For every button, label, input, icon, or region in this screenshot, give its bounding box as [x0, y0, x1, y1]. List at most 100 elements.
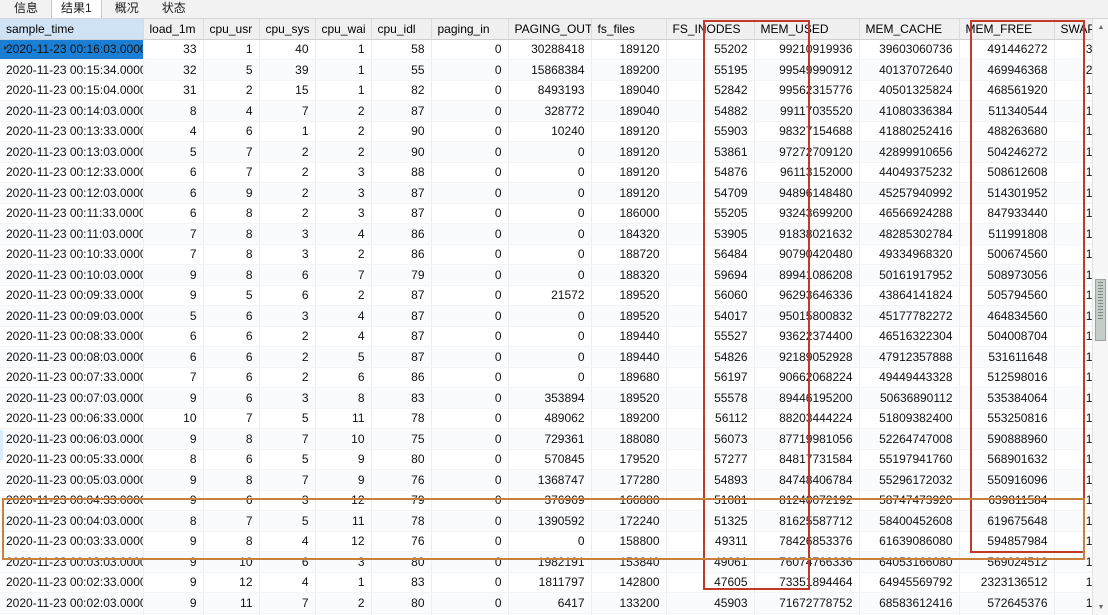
- cell-fs_files[interactable]: 189040: [591, 80, 667, 101]
- cell-fs_inodes[interactable]: 49061: [666, 551, 755, 573]
- cell-cpu_usr[interactable]: 4: [203, 100, 260, 122]
- cell-sample_time[interactable]: 2020-11-23 00:12:03.0000: [0, 182, 144, 204]
- cell-cpu_wai[interactable]: 12: [315, 490, 372, 511]
- cell-sample_time[interactable]: 2020-11-23 00:07:33.0000: [0, 367, 144, 388]
- cell-fs_inodes[interactable]: 49311: [666, 531, 755, 552]
- cell-paging_in[interactable]: 0: [431, 162, 509, 183]
- cell-load_1m[interactable]: 32: [143, 59, 204, 81]
- cell-cpu_wai[interactable]: 4: [315, 326, 372, 347]
- cell-load_1m[interactable]: 9: [143, 428, 204, 450]
- cell-cpu_sys[interactable]: 2: [259, 162, 316, 183]
- cell-paging_out[interactable]: 1368747: [508, 469, 592, 491]
- cell-mem_free[interactable]: 550916096: [959, 469, 1055, 491]
- column-header-load_1m[interactable]: load_1m: [143, 19, 204, 40]
- cell-cpu_idl[interactable]: 87: [371, 305, 432, 327]
- cell-cpu_usr[interactable]: 5: [203, 59, 260, 81]
- cell-cpu_usr[interactable]: 8: [203, 469, 260, 491]
- cell-fs_files[interactable]: 189120: [591, 39, 667, 60]
- cell-mem_used[interactable]: 90662068224: [754, 367, 860, 388]
- cell-mem_used[interactable]: 71672778752: [754, 592, 860, 614]
- cell-paging_in[interactable]: 0: [431, 59, 509, 81]
- cell-cpu_idl[interactable]: 87: [371, 326, 432, 347]
- cell-sample_time[interactable]: 2020-11-23 00:15:34.0000: [0, 59, 144, 81]
- cell-mem_free[interactable]: 488263680: [959, 121, 1055, 142]
- cell-mem_used[interactable]: 87719981056: [754, 428, 860, 450]
- cell-cpu_usr[interactable]: 8: [203, 203, 260, 224]
- cell-paging_out[interactable]: 1390592: [508, 510, 592, 532]
- cell-mem_used[interactable]: 90790420480: [754, 244, 860, 265]
- cell-load_1m[interactable]: 9: [143, 285, 204, 306]
- cell-mem_free[interactable]: 531611648: [959, 346, 1055, 368]
- cell-paging_out[interactable]: 0: [508, 223, 592, 245]
- cell-sample_time[interactable]: 2020-11-23 00:11:33.0000: [0, 203, 144, 224]
- cell-mem_used[interactable]: 84817731584: [754, 449, 860, 470]
- cell-fs_files[interactable]: 133200: [591, 592, 667, 614]
- cell-paging_in[interactable]: 0: [431, 428, 509, 450]
- cell-cpu_idl[interactable]: 83: [371, 387, 432, 409]
- cell-paging_out[interactable]: 0: [508, 346, 592, 368]
- cell-paging_in[interactable]: 0: [431, 100, 509, 122]
- cell-paging_out[interactable]: 0: [508, 326, 592, 347]
- cell-paging_out[interactable]: 0: [508, 531, 592, 552]
- cell-fs_inodes[interactable]: 56484: [666, 244, 755, 265]
- cell-paging_in[interactable]: 0: [431, 387, 509, 409]
- cell-paging_in[interactable]: 0: [431, 449, 509, 470]
- cell-cpu_idl[interactable]: 90: [371, 141, 432, 163]
- cell-cpu_wai[interactable]: 3: [315, 203, 372, 224]
- cell-cpu_usr[interactable]: 8: [203, 244, 260, 265]
- cell-paging_in[interactable]: 0: [431, 121, 509, 142]
- cell-cpu_idl[interactable]: 75: [371, 428, 432, 450]
- cell-cpu_usr[interactable]: 6: [203, 346, 260, 368]
- cell-cpu_sys[interactable]: 6: [259, 285, 316, 306]
- cell-cpu_wai[interactable]: 9: [315, 449, 372, 470]
- tab-0[interactable]: 信息: [4, 0, 49, 18]
- cell-paging_out[interactable]: 0: [508, 182, 592, 204]
- cell-cpu_wai[interactable]: 3: [315, 162, 372, 183]
- cell-sample_time[interactable]: 2020-11-23 00:03:33.0000: [0, 531, 144, 552]
- cell-fs_files[interactable]: 189520: [591, 305, 667, 327]
- cell-cpu_sys[interactable]: 3: [259, 387, 316, 409]
- cell-mem_used[interactable]: 81240072192: [754, 490, 860, 511]
- cell-cpu_wai[interactable]: 11: [315, 510, 372, 532]
- cell-cpu_idl[interactable]: 58: [371, 39, 432, 60]
- cell-fs_inodes[interactable]: 55527: [666, 326, 755, 347]
- cell-cpu_sys[interactable]: 2: [259, 326, 316, 347]
- cell-cpu_sys[interactable]: 7: [259, 428, 316, 450]
- cell-mem_cache[interactable]: 55197941760: [859, 449, 960, 470]
- cell-cpu_sys[interactable]: 6: [259, 264, 316, 286]
- cell-fs_inodes[interactable]: 56060: [666, 285, 755, 306]
- cell-cpu_usr[interactable]: 6: [203, 305, 260, 327]
- cell-cpu_wai[interactable]: 5: [315, 346, 372, 368]
- tab-3[interactable]: 状态: [151, 0, 196, 18]
- table-row[interactable]: 2020-11-23 00:02:33.0000 9 12 4 1 83 0 1811797 1…: [0, 572, 1108, 593]
- cell-mem_cache[interactable]: 64053166080: [859, 551, 960, 573]
- cell-mem_cache[interactable]: 45257940992: [859, 182, 960, 204]
- cell-paging_in[interactable]: 0: [431, 182, 509, 204]
- cell-fs_files[interactable]: 189120: [591, 121, 667, 142]
- table-row[interactable]: 2020-11-23 00:13:33.0000 4 6 1 2 90 0 10240 1891…: [0, 121, 1108, 142]
- cell-mem_free[interactable]: 619675648: [959, 510, 1055, 532]
- cell-mem_free[interactable]: 514301952: [959, 182, 1055, 204]
- cell-fs_inodes[interactable]: 53861: [666, 141, 755, 163]
- cell-fs_inodes[interactable]: 53905: [666, 223, 755, 245]
- cell-fs_inodes[interactable]: 47605: [666, 572, 755, 593]
- cell-load_1m[interactable]: 6: [143, 326, 204, 347]
- cell-paging_out[interactable]: 10240: [508, 121, 592, 142]
- cell-cpu_usr[interactable]: 11: [203, 592, 260, 614]
- cell-mem_free[interactable]: 504246272: [959, 141, 1055, 163]
- cell-cpu_usr[interactable]: 8: [203, 531, 260, 552]
- cell-mem_free[interactable]: 469946368: [959, 59, 1055, 81]
- cell-paging_in[interactable]: 0: [431, 551, 509, 573]
- cell-mem_used[interactable]: 78426853376: [754, 531, 860, 552]
- cell-mem_free[interactable]: 553250816: [959, 408, 1055, 429]
- cell-cpu_sys[interactable]: 2: [259, 141, 316, 163]
- cell-mem_cache[interactable]: 51809382400: [859, 408, 960, 429]
- cell-fs_inodes[interactable]: 56073: [666, 428, 755, 450]
- cell-load_1m[interactable]: 9: [143, 592, 204, 614]
- cell-fs_files[interactable]: 177280: [591, 469, 667, 491]
- cell-cpu_idl[interactable]: 87: [371, 203, 432, 224]
- cell-mem_used[interactable]: 93243699200: [754, 203, 860, 224]
- cell-mem_cache[interactable]: 44049375232: [859, 162, 960, 183]
- cell-fs_files[interactable]: 186000: [591, 203, 667, 224]
- cell-cpu_usr[interactable]: 6: [203, 367, 260, 388]
